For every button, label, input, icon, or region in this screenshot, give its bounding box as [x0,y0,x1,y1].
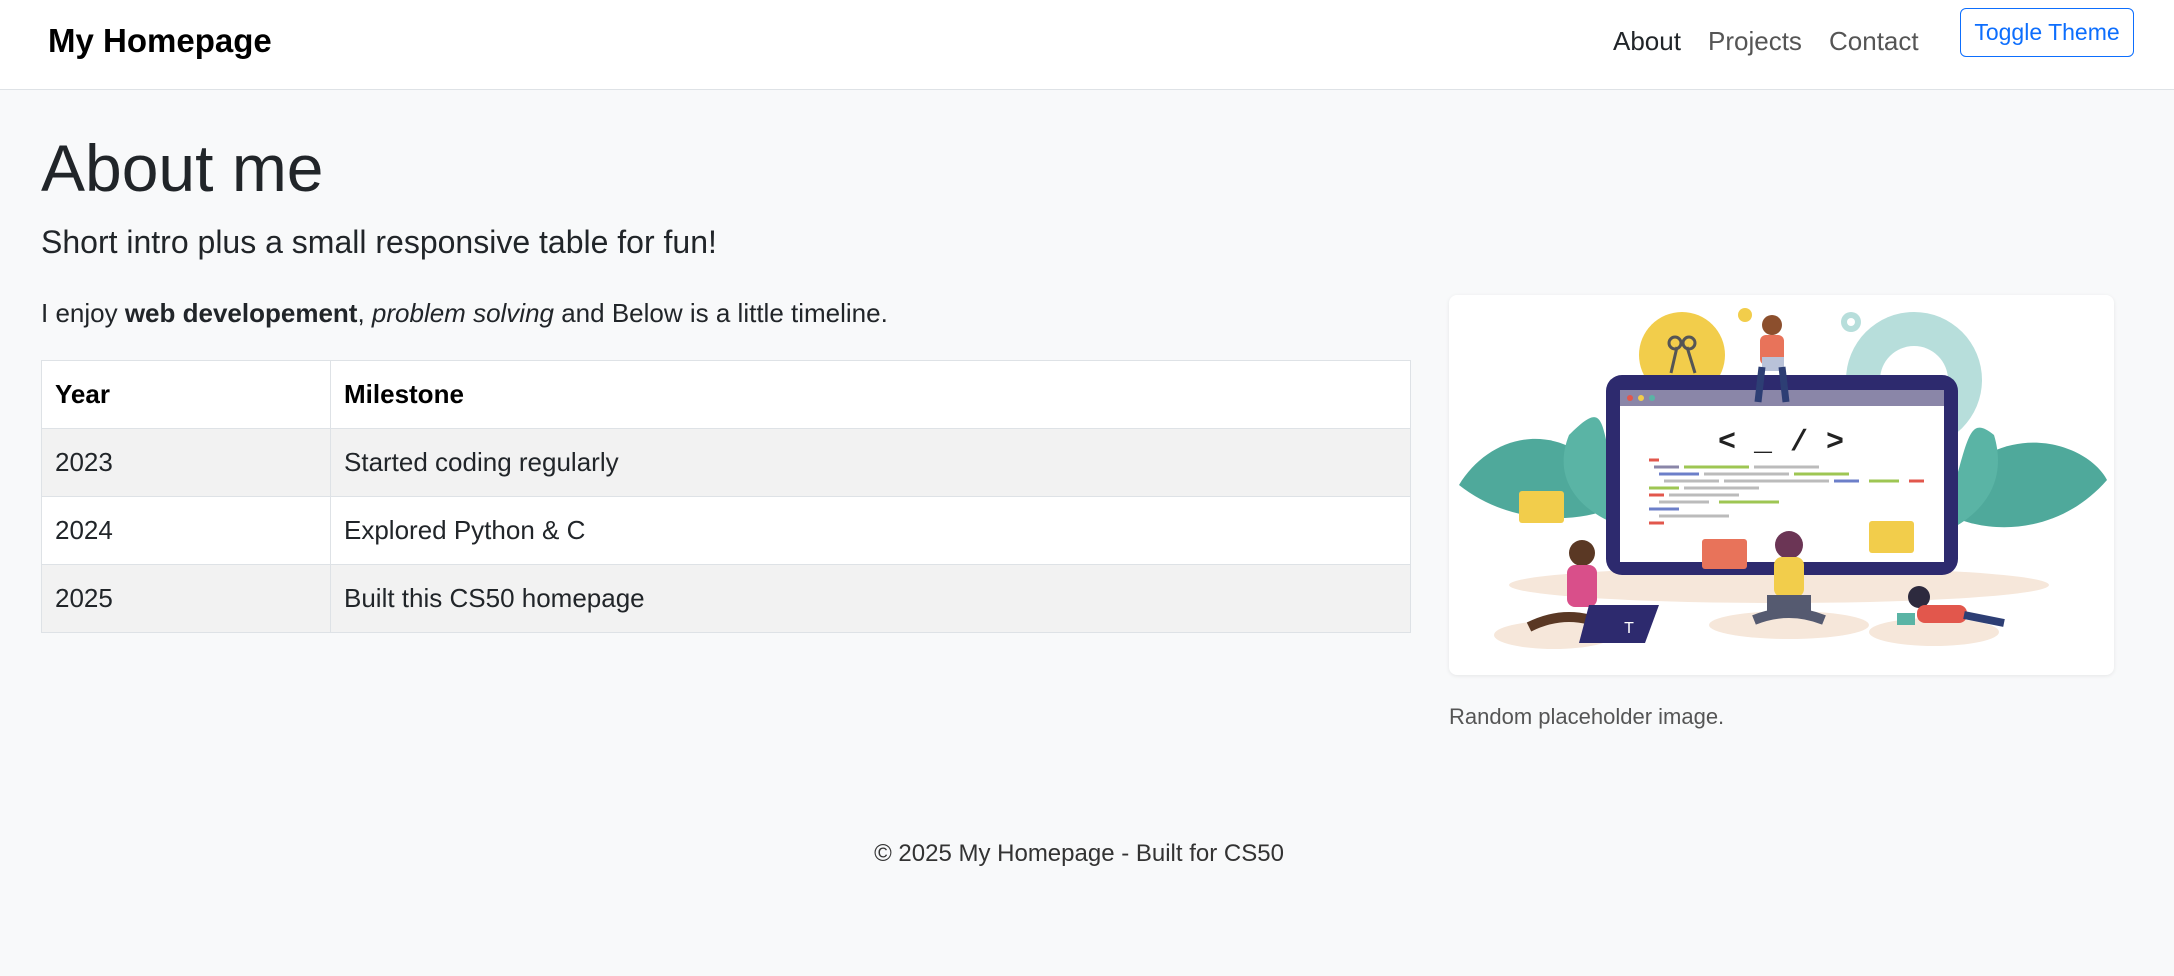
timeline-table: Year Milestone 2023 Started coding regul… [41,360,1411,633]
cell-milestone: Explored Python & C [330,496,1411,565]
footer: © 2025 My Homepage - Built for CS50 [874,840,1284,867]
image-caption: Random placeholder image. [1449,704,1725,729]
brand-link[interactable]: My Homepage [48,22,272,60]
table-row: 2023 Started coding regularly [41,428,1411,497]
palette-icon [1519,491,1564,523]
table-row: 2025 Built this CS50 homepage [41,564,1411,633]
navbar: My Homepage About Projects Contact Toggl… [0,0,2174,90]
nav-link-projects[interactable]: Projects [1708,26,1802,57]
intro-text: I enjoy web developement, problem solvin… [41,298,888,329]
intro-italic: problem solving [371,298,554,328]
page-title: About me [41,131,324,205]
page-lead: Short intro plus a small responsive tabl… [41,224,717,260]
developer-illustration: < _ / > T [1459,308,2107,649]
intro-sep: , [357,298,372,328]
toggle-theme-button[interactable]: Toggle Theme [1960,8,2134,57]
small-window-red [1702,539,1747,569]
nav-link-about[interactable]: About [1613,26,1681,57]
cell-milestone: Built this CS50 homepage [330,564,1411,633]
cell-year: 2023 [41,428,331,497]
code-symbol-text: < _ / > [1718,426,1844,460]
intro-bold: web developement [124,298,358,328]
header-milestone: Milestone [330,360,1411,429]
cell-year: 2024 [41,496,331,565]
lightbulb-icon [1738,308,1752,322]
intro-suffix: and Below is a little timeline. [554,298,888,328]
nav-link-contact[interactable]: Contact [1829,26,1919,57]
cell-milestone: Started coding regularly [330,428,1411,497]
intro-prefix: I enjoy [41,298,125,328]
book-icon [1869,521,1914,553]
table-header-row: Year Milestone [41,360,1411,429]
cell-year: 2025 [41,564,331,633]
svg-text:T: T [1624,620,1634,637]
table-row: 2024 Explored Python & C [41,496,1411,565]
header-year: Year [41,360,331,429]
illustration-card: < _ / > T [1449,295,2114,675]
